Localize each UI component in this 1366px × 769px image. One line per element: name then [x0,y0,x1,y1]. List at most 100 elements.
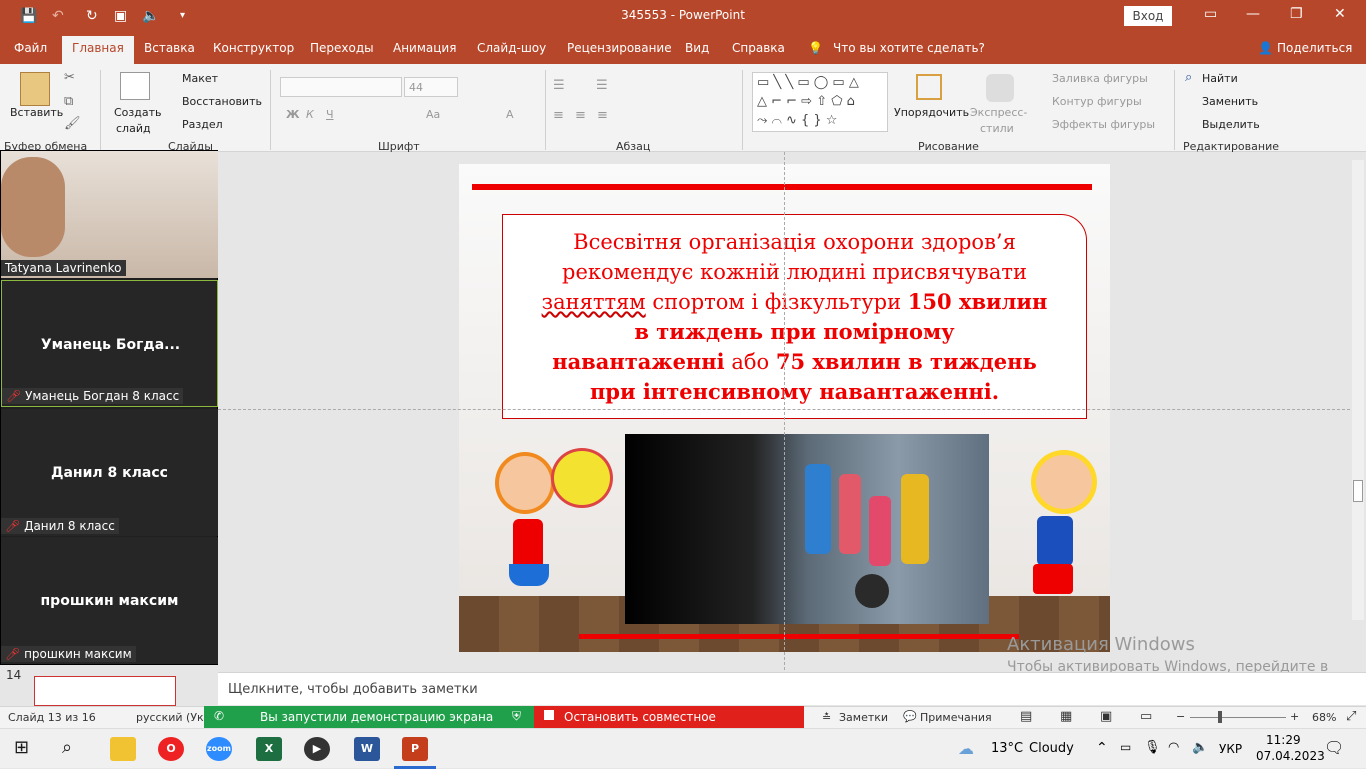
microphone-icon[interactable]: 🎙 [1144,740,1161,755]
minimize-button[interactable]: — [1246,6,1260,22]
share-button[interactable]: Поделиться [1277,41,1352,55]
underline-icon[interactable]: Ч [326,108,334,121]
font-size-box[interactable]: 44 [404,77,458,97]
select-button[interactable]: Выделить [1202,118,1260,131]
copy-icon[interactable]: ⧉ [64,94,73,109]
participant-tile[interactable]: прошкин максим 🎤︎ прошкин максим [1,537,218,664]
tab-design[interactable]: Конструктор [213,41,294,55]
normal-view-icon[interactable]: ▤ [1020,709,1032,724]
participant-tile[interactable]: Данил 8 класс 🎤︎ Данил 8 класс [1,409,218,536]
arrange-button[interactable]: Упорядочить [894,106,969,119]
font-name-box[interactable] [280,77,402,97]
zoom-level[interactable]: 68% [1312,711,1336,724]
comments-button[interactable]: Примечания [920,711,992,724]
maximize-button[interactable]: ❐ [1290,6,1303,22]
italic-icon[interactable]: К [306,108,314,121]
clock-time[interactable]: 11:29 [1266,733,1301,747]
zoom-in-icon[interactable]: + [1290,710,1299,723]
quick-styles-label-1[interactable]: Экспресс- [970,106,1027,119]
stop-share-button[interactable]: Остановить совместное использование [534,706,804,738]
replace-button[interactable]: Заменить [1202,95,1258,108]
tab-slideshow[interactable]: Слайд-шоу [477,41,546,55]
media-player-icon[interactable]: ▶ [304,737,330,761]
quick-styles-icon[interactable] [986,74,1014,102]
align-center-icon[interactable]: ≡ [575,108,586,123]
tab-transitions[interactable]: Переходы [310,41,374,55]
bold-icon[interactable]: Ж [286,108,299,121]
word-icon[interactable]: W [354,737,380,761]
shape-outline-button[interactable]: Контур фигуры [1052,95,1142,108]
weather-text[interactable]: Cloudy [1029,741,1074,756]
format-painter-icon[interactable]: 🖌 [64,116,81,131]
slide-sorter-icon[interactable]: ▦ [1060,709,1072,724]
font-color-icon[interactable]: А [506,108,514,121]
comments-icon[interactable]: 💬 [903,710,917,723]
temperature[interactable]: 13°C [991,741,1023,756]
new-slide-icon[interactable] [120,72,150,100]
tell-me-search[interactable]: Что вы хотите сделать? [833,41,985,55]
tab-file[interactable]: Файл [14,41,47,55]
zoom-out-icon[interactable]: − [1176,710,1185,723]
tab-review[interactable]: Рецензирование [567,41,672,55]
cut-icon[interactable]: ✂ [64,70,75,85]
vertical-scrollbar[interactable] [1352,160,1364,620]
slide-thumbnail[interactable] [34,676,176,706]
chevron-up-icon[interactable]: ⌃ [1096,740,1108,756]
new-slide-label-1[interactable]: Создать [114,106,162,119]
fit-slide-icon[interactable]: ⤢ [1346,709,1356,724]
shape-fill-button[interactable]: Заливка фигуры [1052,72,1148,85]
find-icon[interactable]: ⌕ [1185,70,1192,85]
bullets-icon[interactable]: ☰ [553,78,565,93]
zoom-slider-thumb[interactable] [1218,711,1222,723]
arrange-icon[interactable] [916,74,942,100]
layout-button[interactable]: Макет [182,72,218,85]
file-explorer-icon[interactable] [110,737,136,761]
tab-view[interactable]: Вид [685,41,709,55]
notes-pane[interactable]: Щелкните, чтобы добавить заметки [218,672,1366,705]
language-indicator[interactable]: русский (Укр [136,711,211,724]
signin-button[interactable]: Вход [1124,6,1172,26]
slideshow-view-icon[interactable]: ▭ [1140,709,1152,724]
excel-icon[interactable]: X [256,737,282,761]
opera-icon[interactable]: O [158,737,184,761]
shapes-gallery[interactable]: ▭ ╲ ╲ ▭ ◯ ▭ △ △ ⌐ ⌐ ⇨ ⇧ ⬠ ⌂ ⤳ ⌒ ∿ { } ☆ [752,72,888,132]
input-language[interactable]: УКР [1219,742,1242,756]
paste-button[interactable]: Вставить [10,106,63,119]
tab-home[interactable]: Главная [62,36,134,64]
align-right-icon[interactable]: ≡ [597,108,608,123]
battery-icon[interactable]: ▭ [1120,740,1131,754]
zoom-app-icon[interactable]: zoom [206,737,232,761]
notes-placeholder[interactable]: Щелкните, чтобы добавить заметки [228,682,478,697]
wifi-icon[interactable]: ◠ [1168,740,1179,755]
reset-button[interactable]: Восстановить [182,95,262,108]
clock-date[interactable]: 07.04.2023 [1256,749,1325,763]
tab-help[interactable]: Справка [732,41,785,55]
tab-animations[interactable]: Анимация [393,41,456,55]
participant-video-tile[interactable]: Tatyana Lavrinenko [1,151,218,278]
powerpoint-icon[interactable]: P [402,737,428,761]
ribbon-tabs: Файл Главная Вставка Конструктор Переход… [0,32,1366,64]
paste-icon[interactable] [20,72,50,106]
quick-styles-label-2[interactable]: стили [980,122,1014,135]
notes-toggle-icon[interactable]: ≛ [822,711,831,724]
find-button[interactable]: Найти [1202,72,1238,85]
notifications-icon[interactable]: 🗨 [1324,738,1344,757]
volume-icon[interactable]: 🔈 [1192,740,1208,755]
scroll-thumb[interactable] [1353,480,1363,502]
close-button[interactable]: ✕ [1334,6,1346,22]
search-icon[interactable]: ⌕ [62,737,72,758]
zoom-slider[interactable] [1190,717,1286,718]
ribbon-display-icon[interactable]: ▭ [1204,6,1217,22]
reading-view-icon[interactable]: ▣ [1100,709,1112,724]
numbering-icon[interactable]: ☰ [596,78,608,93]
shape-effects-button[interactable]: Эффекты фигуры [1052,118,1155,131]
notes-toggle-button[interactable]: Заметки [839,711,888,724]
slide-text-box[interactable]: Всесвітня організація охорони здоров’я р… [502,214,1087,419]
windows-start-icon[interactable]: ⊞ [14,737,29,758]
new-slide-label-2[interactable]: слайд [116,122,151,135]
align-left-icon[interactable]: ≡ [553,108,564,123]
change-case-icon[interactable]: Аа [426,108,440,121]
tab-insert[interactable]: Вставка [144,41,195,55]
section-button[interactable]: Раздел [182,118,223,131]
participant-tile[interactable]: Уманець Богда... 🎤︎ Уманець Богдан 8 кла… [1,280,218,407]
